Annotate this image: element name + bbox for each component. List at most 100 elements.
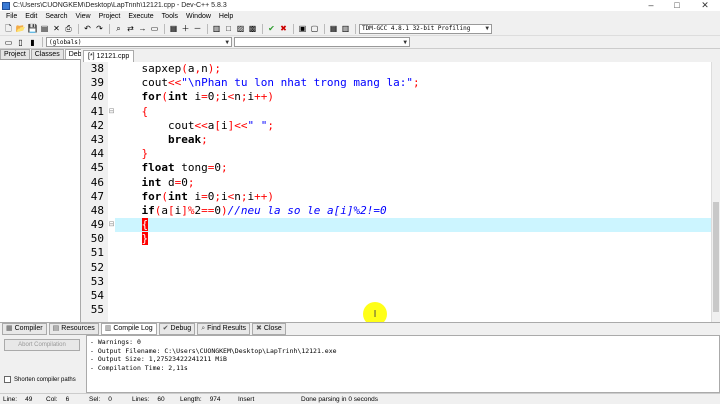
toggle-bookmark-icon[interactable]: ▯ <box>15 37 26 48</box>
debug-check-icon[interactable]: ✔ <box>266 23 277 34</box>
chevron-down-icon: ▼ <box>485 25 489 32</box>
shorten-paths-row[interactable]: Shorten compiler paths <box>4 376 82 383</box>
code-text-area[interactable]: sapxep(a,n); cout<<"\nPhan tu lon nhat t… <box>115 62 711 322</box>
menu-edit[interactable]: Edit <box>21 11 41 22</box>
delete-profile-icon[interactable]: ▢ <box>309 23 320 34</box>
log-line: - Warnings: 0 <box>90 338 141 346</box>
toolbar-separator <box>324 23 325 34</box>
stop-icon[interactable]: ✖ <box>278 23 289 34</box>
symbol-select[interactable]: ▼ <box>234 37 410 47</box>
menu-tools[interactable]: Tools <box>158 11 182 22</box>
bottom-tab-resources[interactable]: ▤ Resources <box>48 323 99 335</box>
code-line[interactable]: cout<<"\nPhan tu lon nhat trong mang la:… <box>115 76 711 90</box>
code-line[interactable] <box>115 261 711 275</box>
code-line[interactable]: { <box>115 105 711 119</box>
menu-project[interactable]: Project <box>95 11 125 22</box>
code-line[interactable]: for(int i=0;i<n;i++) <box>115 190 711 204</box>
menu-execute[interactable]: Execute <box>124 11 157 22</box>
abort-compilation-button[interactable]: Abort Compilation <box>4 339 80 351</box>
code-line[interactable]: { <box>115 218 711 233</box>
compile-run-icon[interactable]: ▨ <box>235 23 246 34</box>
save-all-icon[interactable]: ▤ <box>39 23 50 34</box>
menu-view[interactable]: View <box>72 11 95 22</box>
log-line: - Output Filename: C:\Users\CUONGKEM\Des… <box>90 346 337 355</box>
tab-classes[interactable]: Classes <box>30 49 64 59</box>
bottom-tab-debug[interactable]: ✔ Debug <box>158 323 196 335</box>
insert-icon[interactable]: ▭ <box>3 37 14 48</box>
status-value: 6 <box>65 395 70 403</box>
replace-icon[interactable]: ⇄ <box>125 23 136 34</box>
fold-toggle-icon[interactable]: ⊟ <box>108 105 115 119</box>
open-folder-icon[interactable]: 📂 <box>15 23 26 34</box>
menu-file[interactable]: File <box>2 11 21 22</box>
scrollbar-thumb[interactable] <box>713 202 719 312</box>
tab-icon: ✔ <box>162 325 169 332</box>
bottom-tab-close[interactable]: ✖ Close <box>252 323 286 335</box>
line-number: 49 <box>90 218 104 232</box>
run-icon[interactable]: □ <box>223 23 234 34</box>
new-file-icon[interactable]: 🗋 <box>3 23 14 34</box>
line-number: 54 <box>90 289 104 302</box>
compile-log[interactable]: - Warnings: 0- Output Filename: C:\Users… <box>86 335 720 393</box>
menu-search[interactable]: Search <box>41 11 71 22</box>
bookmark-icon[interactable]: ▭ <box>149 23 160 34</box>
shorten-paths-checkbox[interactable] <box>4 376 11 383</box>
menu-help[interactable]: Help <box>215 11 237 22</box>
code-line[interactable] <box>115 289 711 303</box>
new-project-icon[interactable]: ▦ <box>168 23 179 34</box>
close-file-icon[interactable]: ✕ <box>51 23 62 34</box>
code-line[interactable] <box>115 275 711 289</box>
bottom-tab-find-results[interactable]: ⌕ Find Results <box>197 323 251 335</box>
code-line[interactable]: } <box>115 232 711 246</box>
file-tab-12121[interactable]: [*] 12121.cpp <box>83 50 135 62</box>
menu-window[interactable]: Window <box>182 11 215 22</box>
fold-toggle-icon[interactable]: ⊟ <box>108 218 115 232</box>
bottom-tab-compile-log[interactable]: ▥ Compile Log <box>100 323 157 335</box>
layout-icon[interactable]: ▥ <box>340 23 351 34</box>
status-field: Insert <box>238 396 298 403</box>
scope-select[interactable]: (globals) ▼ <box>46 37 232 47</box>
tab-project[interactable]: Project <box>0 49 30 59</box>
code-line[interactable]: break; <box>115 133 711 147</box>
minimize-button[interactable]: – <box>638 0 664 11</box>
goto-icon[interactable]: → <box>137 23 148 34</box>
fold-column: ⊟ ⊟ <box>108 62 115 322</box>
vertical-scrollbar[interactable] <box>711 62 720 322</box>
code-line[interactable]: sapxep(a,n); <box>115 62 711 76</box>
scope-select-value: (globals) <box>49 38 82 46</box>
print-icon[interactable]: ⎙ <box>63 23 74 34</box>
save-icon[interactable]: 💾 <box>27 23 38 34</box>
add-file-icon[interactable]: ＋ <box>180 23 191 34</box>
status-field: Lines: 60 <box>132 396 177 403</box>
goto-bookmark-icon[interactable]: ▮ <box>27 37 38 48</box>
undo-icon[interactable]: ↶ <box>82 23 93 34</box>
rebuild-icon[interactable]: ▩ <box>247 23 258 34</box>
toolbar-separator <box>355 23 356 34</box>
grid-icon[interactable]: ▦ <box>328 23 339 34</box>
code-line[interactable]: for(int i=0;i<n;i++) <box>115 90 711 104</box>
code-line[interactable]: int d=0; <box>115 176 711 190</box>
maximize-button[interactable]: □ <box>664 0 690 11</box>
find-icon[interactable]: ⌕ <box>113 23 124 34</box>
toolbar-separator <box>78 23 79 34</box>
shorten-paths-label: Shorten compiler paths <box>14 376 76 383</box>
code-line[interactable] <box>115 303 711 317</box>
remove-file-icon[interactable]: － <box>192 23 203 34</box>
tab-label: Compiler <box>14 325 43 332</box>
close-window-button[interactable]: ✕ <box>690 0 720 11</box>
line-number: 50 <box>90 232 104 246</box>
code-line[interactable]: } <box>115 147 711 161</box>
code-line[interactable] <box>115 246 711 260</box>
code-line[interactable]: cout<<a[i]<<" "; <box>115 119 711 133</box>
code-line[interactable]: if(a[i]%2==0)//neu la so le a[i]%2!=0 <box>115 204 711 218</box>
code-editor[interactable]: 38 39 40 41 42 43 44 45 46 47 48 49 50 51 52 53 54 55 ⊟ ⊟ … <box>81 62 720 322</box>
redo-icon[interactable]: ↷ <box>94 23 105 34</box>
profile-icon[interactable]: ▣ <box>297 23 308 34</box>
compile-icon[interactable]: ▥ <box>211 23 222 34</box>
code-line[interactable]: float tong=0; <box>115 161 711 175</box>
compiler-select[interactable]: TDM-GCC 4.8.1 32-bit Profiling ▼ <box>359 23 492 34</box>
bottom-tab-compiler[interactable]: ▦ Compiler <box>2 323 47 335</box>
